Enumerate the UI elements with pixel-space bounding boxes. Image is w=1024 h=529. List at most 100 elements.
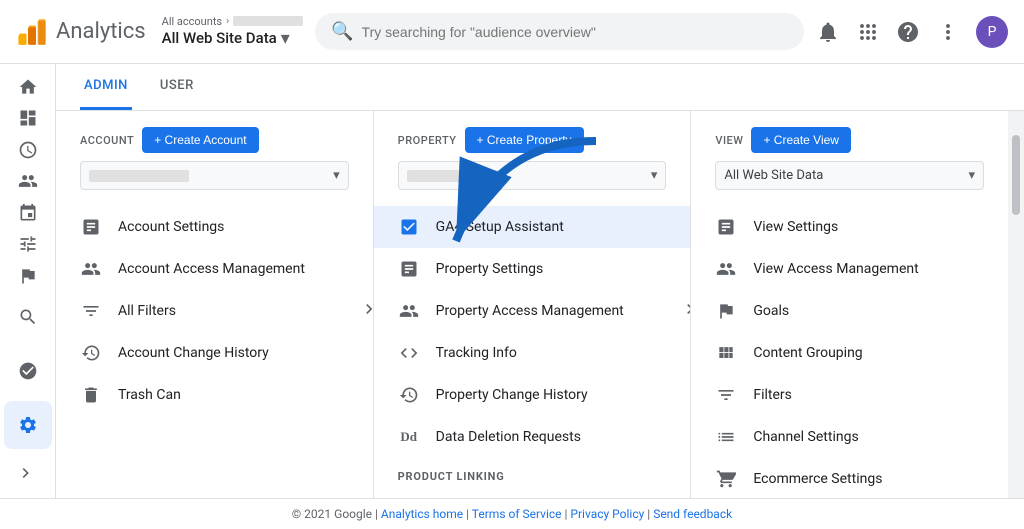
menu-item-channel-settings[interactable]: Channel Settings [691,416,1008,458]
notifications-icon[interactable] [816,20,840,44]
property-column: Property + Create Property ▾ GA4 Setup A… [374,111,692,498]
account-menu-list: Account Settings Account Access Manageme… [56,198,373,498]
menu-item-tracking-info[interactable]: Tracking Info [374,332,691,374]
menu-item-content-grouping[interactable]: Content Grouping [691,332,1008,374]
avatar[interactable]: P [976,16,1008,48]
sidebar-item-conversions[interactable] [4,261,52,291]
top-nav: Analytics All accounts › All Web Site Da… [0,0,1024,64]
all-accounts-breadcrumb: All accounts › [162,15,303,28]
all-filters-icon [80,300,102,322]
account-dropdown-value [89,170,189,182]
menu-item-account-settings[interactable]: Account Settings [56,206,373,248]
sidebar-item-admin[interactable] [4,401,52,449]
property-access-label: Property Access Management [436,303,667,319]
account-col-forward-icon[interactable] [359,299,374,323]
more-options-icon[interactable] [936,20,960,44]
tab-user[interactable]: USER [156,64,198,110]
sidebar-item-discover[interactable] [4,347,52,395]
sidebar-item-expand[interactable] [4,459,52,489]
all-filters-label: All Filters [118,303,349,319]
ga4-setup-label: GA4 Setup Assistant [436,219,667,235]
footer-link-analytics-home[interactable]: Analytics home [381,507,463,521]
view-filters-icon [715,384,737,406]
tracking-info-label: Tracking Info [436,345,667,361]
account-access-label: Account Access Management [118,261,349,277]
logo: Analytics [16,16,146,48]
view-access-icon [715,258,737,280]
menu-item-view-filters[interactable]: Filters [691,374,1008,416]
menu-item-property-settings[interactable]: Property Settings [374,248,691,290]
content-area: ADMIN USER Account + Create Account ▾ [56,64,1024,498]
goals-label: Goals [753,303,984,319]
menu-item-account-change-history[interactable]: Account Change History [56,332,373,374]
account-settings-icon [80,216,102,238]
trash-icon [80,384,102,406]
menu-item-google-ads[interactable]: Google Ads Linking [374,487,691,498]
view-dropdown-value: All Web Site Data [724,168,823,183]
create-account-button[interactable]: + Create Account [142,127,258,153]
account-label: Account [80,134,134,147]
property-dropdown-arrow-icon: ▾ [281,28,290,49]
help-icon[interactable] [896,20,920,44]
data-deletion-label: Data Deletion Requests [436,429,667,445]
sidebar-item-realtime[interactable] [4,135,52,165]
property-dropdown[interactable]: ▾ [398,161,667,190]
property-col-forward-icon[interactable] [680,299,691,323]
main-content: ADMIN USER Account + Create Account ▾ [0,64,1024,498]
property-col-header: Property + Create Property [374,111,691,161]
property-history-icon [398,384,420,406]
account-col-header: Account + Create Account [56,111,373,161]
menu-item-property-change-history[interactable]: Property Change History [374,374,691,416]
view-menu-list: View Settings View Access Management Goa… [691,198,1008,498]
view-label: View [715,134,743,147]
search-input[interactable] [362,24,788,40]
property-menu-list: GA4 Setup Assistant Property Settings Pr… [374,198,691,498]
search-bar[interactable]: 🔍 [315,13,804,50]
property-dropdown-arrow-icon: ▾ [651,168,658,183]
footer-link-privacy[interactable]: Privacy Policy [570,507,644,521]
property-selector-dropdown[interactable]: All Web Site Data ▾ [162,28,303,49]
sidebar-item-audience[interactable] [4,167,52,197]
sidebar-item-search[interactable] [4,293,52,341]
create-view-button[interactable]: + Create View [751,127,851,153]
account-change-history-label: Account Change History [118,345,349,361]
google-ads-icon [398,497,420,498]
menu-item-goals[interactable]: Goals [691,290,1008,332]
sidebar-item-reports[interactable] [4,104,52,134]
sidebar-item-behavior[interactable] [4,230,52,260]
menu-item-trash-can[interactable]: Trash Can [56,374,373,416]
channel-settings-icon [715,426,737,448]
ecommerce-label: Ecommerce Settings [753,471,984,487]
content-grouping-icon [715,342,737,364]
scrollbar-thumb[interactable] [1012,135,1020,215]
menu-item-all-filters[interactable]: All Filters [56,290,373,332]
nav-icons: P [816,16,1008,48]
tracking-info-icon [398,342,420,364]
goals-icon [715,300,737,322]
property-settings-icon [398,258,420,280]
menu-item-data-deletion[interactable]: Dd Data Deletion Requests [374,416,691,458]
footer-copyright: © 2021 Google [292,507,372,521]
sidebar-item-home[interactable] [4,72,52,102]
account-dropdown[interactable]: ▾ [80,161,349,190]
apps-icon[interactable] [856,20,880,44]
right-scrollbar[interactable] [1008,111,1024,498]
footer-link-terms[interactable]: Terms of Service [472,507,562,521]
data-deletion-icon: Dd [398,426,420,448]
menu-item-property-access[interactable]: Property Access Management [374,290,691,332]
menu-item-ga4-setup[interactable]: GA4 Setup Assistant [374,206,691,248]
menu-item-view-settings[interactable]: View Settings [691,206,1008,248]
view-dropdown[interactable]: All Web Site Data ▾ [715,161,984,190]
account-selector[interactable]: All accounts › All Web Site Data ▾ [162,15,303,49]
menu-item-view-access[interactable]: View Access Management [691,248,1008,290]
property-dropdown-value [407,170,507,182]
property-access-icon [398,300,420,322]
sidebar-item-acquisition[interactable] [4,198,52,228]
footer-link-feedback[interactable]: Send feedback [653,507,732,521]
menu-item-ecommerce[interactable]: Ecommerce Settings [691,458,1008,498]
menu-item-account-access[interactable]: Account Access Management [56,248,373,290]
view-col-header: View + Create View [691,111,1008,161]
create-property-button[interactable]: + Create Property [465,127,584,153]
account-access-icon [80,258,102,280]
tab-admin[interactable]: ADMIN [80,64,132,110]
